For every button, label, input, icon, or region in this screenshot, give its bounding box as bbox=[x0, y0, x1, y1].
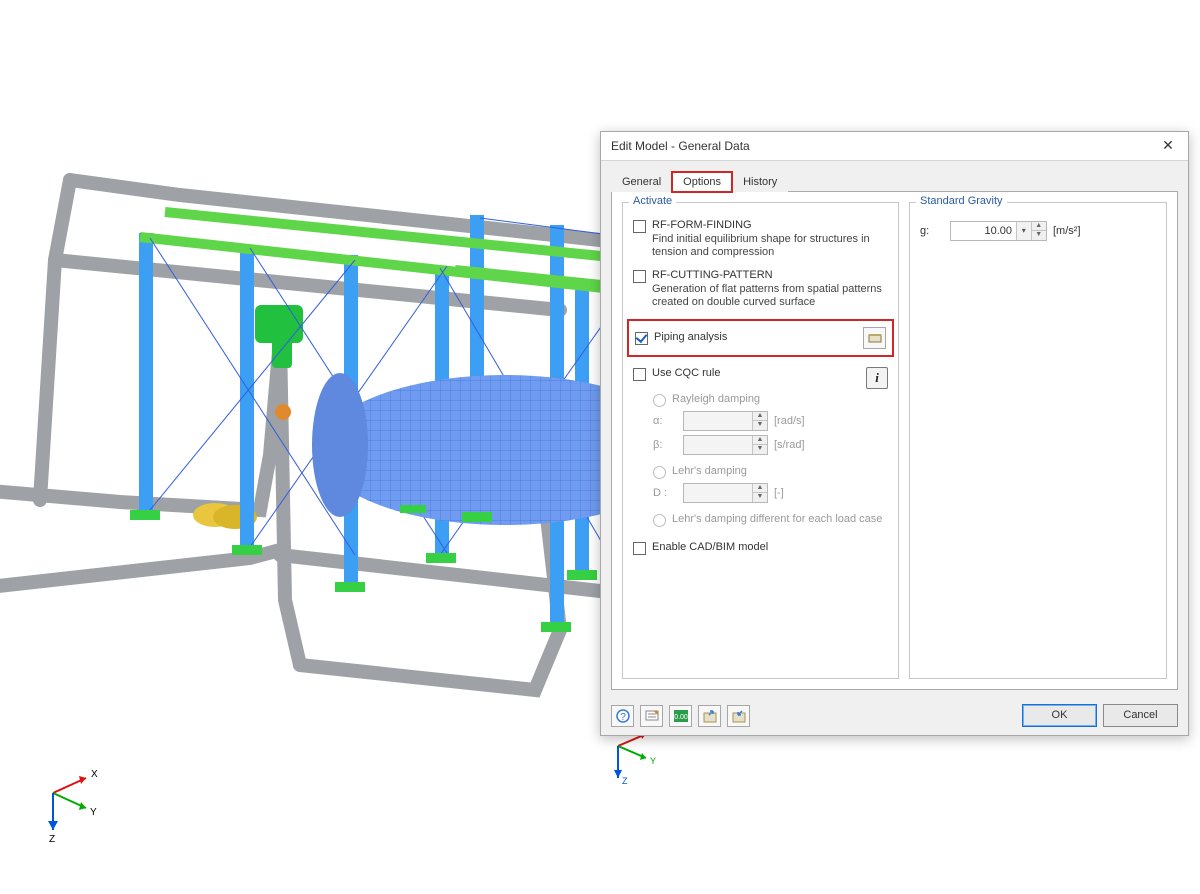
import-button[interactable] bbox=[698, 705, 721, 727]
d-label: D : bbox=[653, 487, 683, 499]
activate-group: Activate RF-FORM-FINDING Find initial eq… bbox=[622, 202, 899, 679]
close-icon[interactable]: ✕ bbox=[1154, 136, 1182, 156]
alpha-unit: [rad/s] bbox=[774, 415, 805, 427]
beta-spinner: ▲▼ bbox=[683, 435, 768, 455]
option-label: RF-CUTTING-PATTERN bbox=[652, 269, 773, 281]
option-cutting-pattern[interactable]: RF-CUTTING-PATTERN Generation of flat pa… bbox=[633, 269, 888, 309]
tab-history[interactable]: History bbox=[732, 172, 788, 192]
checkbox-icon[interactable] bbox=[633, 220, 646, 233]
option-desc: Find initial equilibrium shape for struc… bbox=[652, 233, 888, 259]
chevron-up-icon: ▲ bbox=[753, 436, 767, 445]
export-button[interactable] bbox=[727, 705, 750, 727]
tab-options[interactable]: Options bbox=[672, 172, 732, 192]
radio-label: Rayleigh damping bbox=[672, 393, 760, 405]
dialog-titlebar[interactable]: Edit Model - General Data ✕ bbox=[601, 132, 1188, 161]
gravity-legend: Standard Gravity bbox=[916, 195, 1007, 207]
svg-text:?: ? bbox=[620, 712, 626, 723]
g-input[interactable]: 10.00 ▾ ▲ ▼ bbox=[950, 221, 1047, 241]
help-button[interactable]: ? bbox=[611, 705, 634, 727]
option-piping[interactable]: Piping analysis bbox=[635, 331, 863, 345]
g-unit: [m/s²] bbox=[1053, 225, 1081, 237]
edit-model-dialog: Edit Model - General Data ✕ General Opti… bbox=[600, 131, 1189, 736]
chevron-down-icon: ▼ bbox=[753, 421, 767, 430]
chevron-down-icon[interactable]: ▼ bbox=[1032, 231, 1046, 240]
radio-label: Lehr's damping different for each load c… bbox=[672, 513, 882, 525]
option-label: RF-FORM-FINDING bbox=[652, 219, 752, 231]
dialog-footer: ? 0.00 OK Cancel bbox=[601, 698, 1188, 735]
radio-rayleigh: Rayleigh damping bbox=[653, 393, 888, 407]
option-form-finding[interactable]: RF-FORM-FINDING Find initial equilibrium… bbox=[633, 219, 888, 259]
comment-button[interactable] bbox=[640, 705, 663, 727]
info-icon[interactable]: i bbox=[866, 367, 888, 389]
radio-icon bbox=[653, 466, 666, 479]
d-unit: [-] bbox=[774, 487, 784, 499]
alpha-spinner: ▲▼ bbox=[683, 411, 768, 431]
radio-icon bbox=[653, 514, 666, 527]
units-button[interactable]: 0.00 bbox=[669, 705, 692, 727]
option-desc: Generation of flat patterns from spatial… bbox=[652, 283, 888, 309]
gravity-group: Standard Gravity g: 10.00 ▾ ▲ ▼ bbox=[909, 202, 1167, 679]
beta-label: β: bbox=[653, 439, 683, 451]
tabstrip: General Options History bbox=[611, 171, 1178, 191]
checkbox-icon[interactable] bbox=[633, 368, 646, 381]
tab-panel-options: Activate RF-FORM-FINDING Find initial eq… bbox=[611, 191, 1178, 690]
checkbox-icon[interactable] bbox=[633, 542, 646, 555]
radio-icon bbox=[653, 394, 666, 407]
option-cqc[interactable]: Use CQC rule i bbox=[633, 367, 888, 389]
g-value: 10.00 bbox=[951, 225, 1016, 237]
option-label: Use CQC rule bbox=[652, 367, 720, 379]
cancel-button[interactable]: Cancel bbox=[1103, 704, 1178, 727]
alpha-label: α: bbox=[653, 415, 683, 427]
piping-details-button[interactable] bbox=[863, 327, 886, 349]
dialog-title: Edit Model - General Data bbox=[611, 139, 1154, 153]
g-label: g: bbox=[920, 225, 950, 237]
option-cad-bim[interactable]: Enable CAD/BIM model bbox=[633, 541, 888, 555]
radio-label: Lehr's damping bbox=[672, 465, 747, 477]
option-piping-highlight: Piping analysis bbox=[627, 319, 894, 357]
chevron-up-icon: ▲ bbox=[753, 412, 767, 421]
activate-legend: Activate bbox=[629, 195, 676, 207]
chevron-up-icon: ▲ bbox=[753, 484, 767, 493]
chevron-down-icon: ▼ bbox=[753, 493, 767, 502]
beta-unit: [s/rad] bbox=[774, 439, 805, 451]
svg-text:0.00: 0.00 bbox=[674, 714, 688, 721]
chevron-up-icon[interactable]: ▲ bbox=[1032, 222, 1046, 231]
checkbox-icon[interactable] bbox=[635, 332, 648, 345]
radio-lehr: Lehr's damping bbox=[653, 465, 888, 479]
chevron-down-icon[interactable]: ▾ bbox=[1017, 222, 1032, 240]
chevron-down-icon: ▼ bbox=[753, 445, 767, 454]
tab-general[interactable]: General bbox=[611, 172, 672, 192]
option-label: Enable CAD/BIM model bbox=[652, 541, 768, 553]
option-label: Piping analysis bbox=[654, 331, 727, 343]
checkbox-icon[interactable] bbox=[633, 270, 646, 283]
ok-button[interactable]: OK bbox=[1022, 704, 1097, 727]
d-spinner: ▲▼ bbox=[683, 483, 768, 503]
radio-lehr-diff: Lehr's damping different for each load c… bbox=[653, 513, 888, 527]
